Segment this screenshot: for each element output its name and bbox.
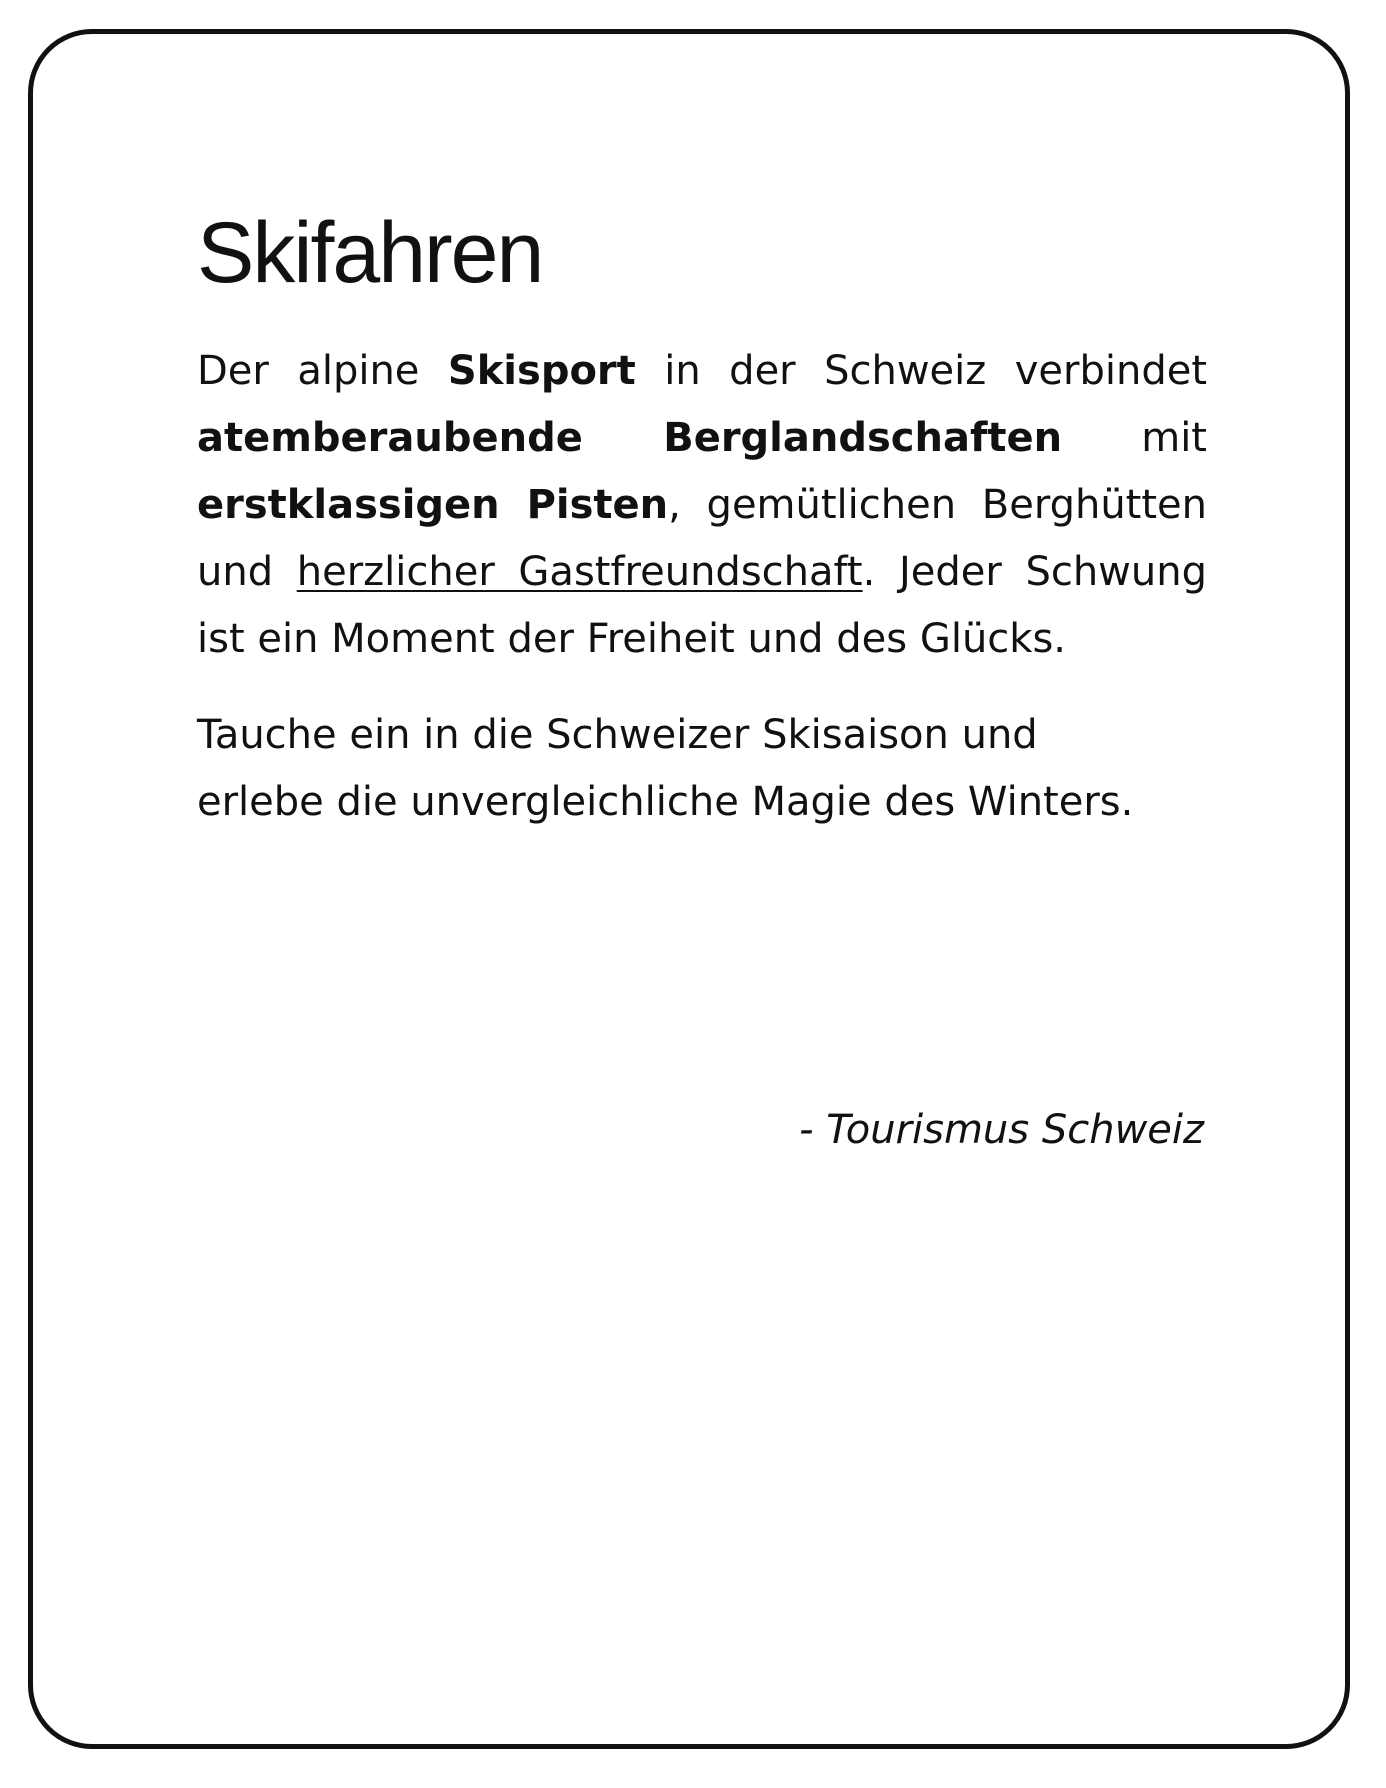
text-segment: in der Schweiz verbindet — [635, 348, 1208, 394]
article: Skifahren Der alpine Skisport in der Sch… — [197, 210, 1207, 836]
second-paragraph: Tauche ein in die Schweizer Skisaison un… — [197, 712, 1134, 825]
attribution: - Tourismus Schweiz — [799, 1107, 1204, 1153]
text-segment: Der alpine — [197, 348, 448, 394]
intro-paragraph: Der alpine Skisport in der Schweiz verbi… — [197, 338, 1207, 673]
text-segment: mit — [1062, 415, 1207, 461]
bold-pisten: erstklassigen Pisten — [197, 482, 669, 528]
underlined-gastfreundschaft: herzlicher Gastfreundschaft — [296, 549, 863, 595]
article-title: Skifahren — [197, 205, 544, 301]
bold-skisport: Skisport — [447, 348, 636, 394]
bold-berglandschaften: atemberaubende Berglandschaften — [197, 415, 1063, 461]
